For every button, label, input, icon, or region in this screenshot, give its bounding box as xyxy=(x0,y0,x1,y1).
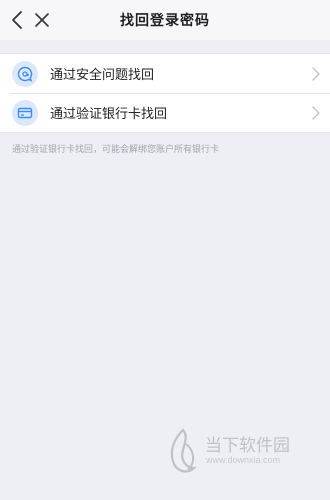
watermark-name: 当下软件园 xyxy=(205,436,290,456)
security-question-option[interactable]: 通过安全问题找回 xyxy=(0,54,330,93)
chevron-right-icon xyxy=(312,67,320,81)
watermark-url: www.downxia.com xyxy=(206,455,281,465)
bank-card-label: 通过验证银行卡找回 xyxy=(50,107,168,122)
chevron-right-icon xyxy=(312,106,320,120)
at-chat-icon xyxy=(12,61,38,87)
bank-card-option[interactable]: 通过验证银行卡找回 xyxy=(0,93,330,132)
title-bar: 找回登录密码 xyxy=(0,0,330,40)
close-icon[interactable] xyxy=(34,12,50,28)
bank-card-hint: 通过验证银行卡找回，可能会解绑您账户所有银行卡 xyxy=(12,145,220,155)
security-question-label: 通过安全问题找回 xyxy=(50,68,155,83)
back-arrow-icon[interactable] xyxy=(9,10,27,30)
bank-card-icon xyxy=(12,100,38,126)
page-title: 找回登录密码 xyxy=(120,13,210,29)
watermark: 当下软件园 www.downxia.com xyxy=(166,428,324,488)
watermark-logo-icon xyxy=(170,428,197,473)
recovery-options-list: 通过安全问题找回 通过验证银行卡找回 xyxy=(0,53,330,133)
